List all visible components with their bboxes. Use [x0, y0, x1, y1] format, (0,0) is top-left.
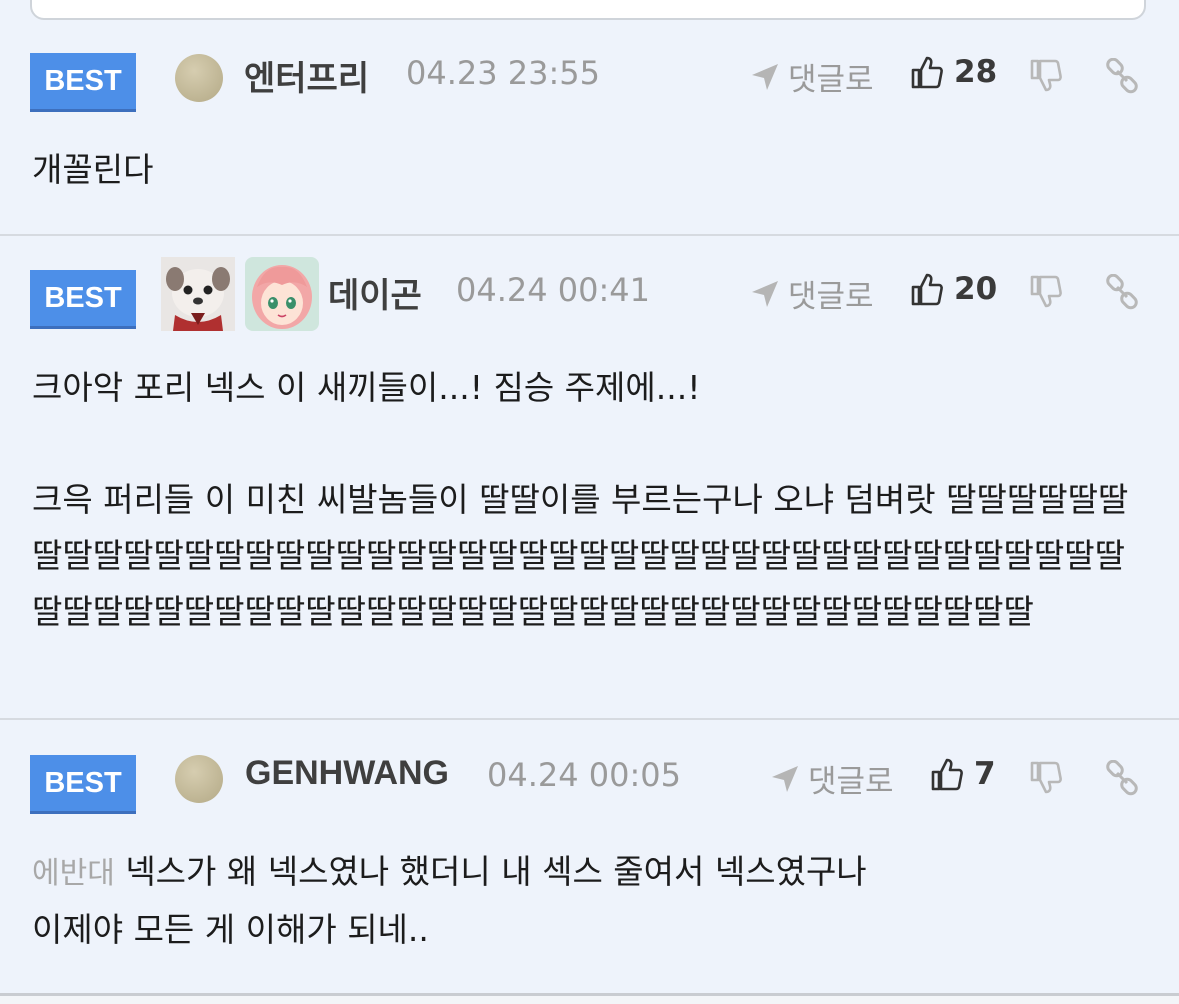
username[interactable]: 엔터프리 [244, 51, 369, 100]
link-icon[interactable] [1104, 274, 1140, 310]
like-count: 7 [974, 756, 996, 792]
reply-label: 댓글로 [788, 279, 874, 315]
timestamp: 04.23 23:55 [406, 54, 600, 92]
previous-comment-box [30, 0, 1146, 20]
thumbs-up-icon [911, 273, 943, 306]
timestamp: 04.24 00:05 [487, 756, 681, 794]
reply-arrow-icon [752, 280, 778, 307]
like-button[interactable]: 20 [910, 271, 997, 307]
comment-body: 크아악 포리 넥스 이 새끼들이...! 짐승 주제에...! 크윽 퍼리들 이… [32, 368, 1129, 631]
username[interactable]: GENHWANG [245, 754, 449, 793]
reply-arrow-icon [772, 765, 798, 792]
comment-header: BEST 엔터프리 04.23 23:55 댓글로 28 [0, 20, 1179, 109]
thumbs-down-icon[interactable] [1029, 760, 1063, 796]
reply-button[interactable]: 댓글로 [750, 54, 874, 99]
anime-girl-avatar-icon [245, 257, 319, 331]
thumbs-up-icon [911, 56, 943, 89]
dog-avatar-icon [161, 257, 235, 331]
like-count: 20 [954, 271, 998, 307]
reply-button[interactable]: 댓글로 [750, 271, 874, 316]
list-bottom-divider [0, 993, 1179, 1004]
link-icon[interactable] [1104, 760, 1140, 796]
comment-item: BEST 엔터프리 04.23 23:55 댓글로 28 개꼴린다 [0, 20, 1179, 236]
best-badge: BEST [30, 53, 136, 109]
comment-header: BEST GENHWANG 04.24 00:05 댓글로 7 [0, 720, 1179, 811]
reply-button[interactable]: 댓글로 [770, 756, 894, 801]
comment-item: BEST 데이곤 04.24 00:41 댓글로 20 크아악 포리 넥스 이 … [0, 236, 1179, 720]
like-button[interactable]: 28 [910, 54, 997, 90]
link-icon[interactable] [1104, 58, 1140, 94]
thumbs-down-icon[interactable] [1029, 58, 1063, 94]
comment-item: BEST GENHWANG 04.24 00:05 댓글로 7 에반대 넥스가 … [0, 720, 1179, 993]
timestamp: 04.24 00:41 [456, 271, 650, 309]
like-button[interactable]: 7 [930, 756, 996, 792]
avatar-dog[interactable] [161, 257, 235, 331]
thumbs-up-icon [931, 758, 963, 791]
reply-label: 댓글로 [808, 764, 894, 800]
best-badge: BEST [30, 270, 136, 326]
comment-body: 개꼴린다 [32, 150, 154, 189]
comment-body: 에반대 넥스가 왜 넥스였나 했더니 내 섹스 줄여서 넥스였구나 이제야 모든… [32, 844, 1149, 958]
reply-label: 댓글로 [788, 62, 874, 98]
comment-text: 넥스가 왜 넥스였나 했더니 내 섹스 줄여서 넥스였구나 이제야 모든 게 이… [32, 852, 867, 949]
best-badge: BEST [30, 755, 136, 811]
avatar[interactable] [175, 755, 223, 803]
reply-to-user[interactable]: 에반대 [32, 856, 115, 891]
reply-arrow-icon [752, 63, 778, 90]
thumbs-down-icon[interactable] [1029, 274, 1063, 310]
avatar[interactable] [175, 54, 223, 102]
username[interactable]: 데이곤 [328, 268, 422, 317]
avatar-girl[interactable] [245, 257, 319, 331]
like-count: 28 [954, 54, 998, 90]
comment-header: BEST 데이곤 04.24 00:41 댓글로 20 [0, 236, 1179, 331]
